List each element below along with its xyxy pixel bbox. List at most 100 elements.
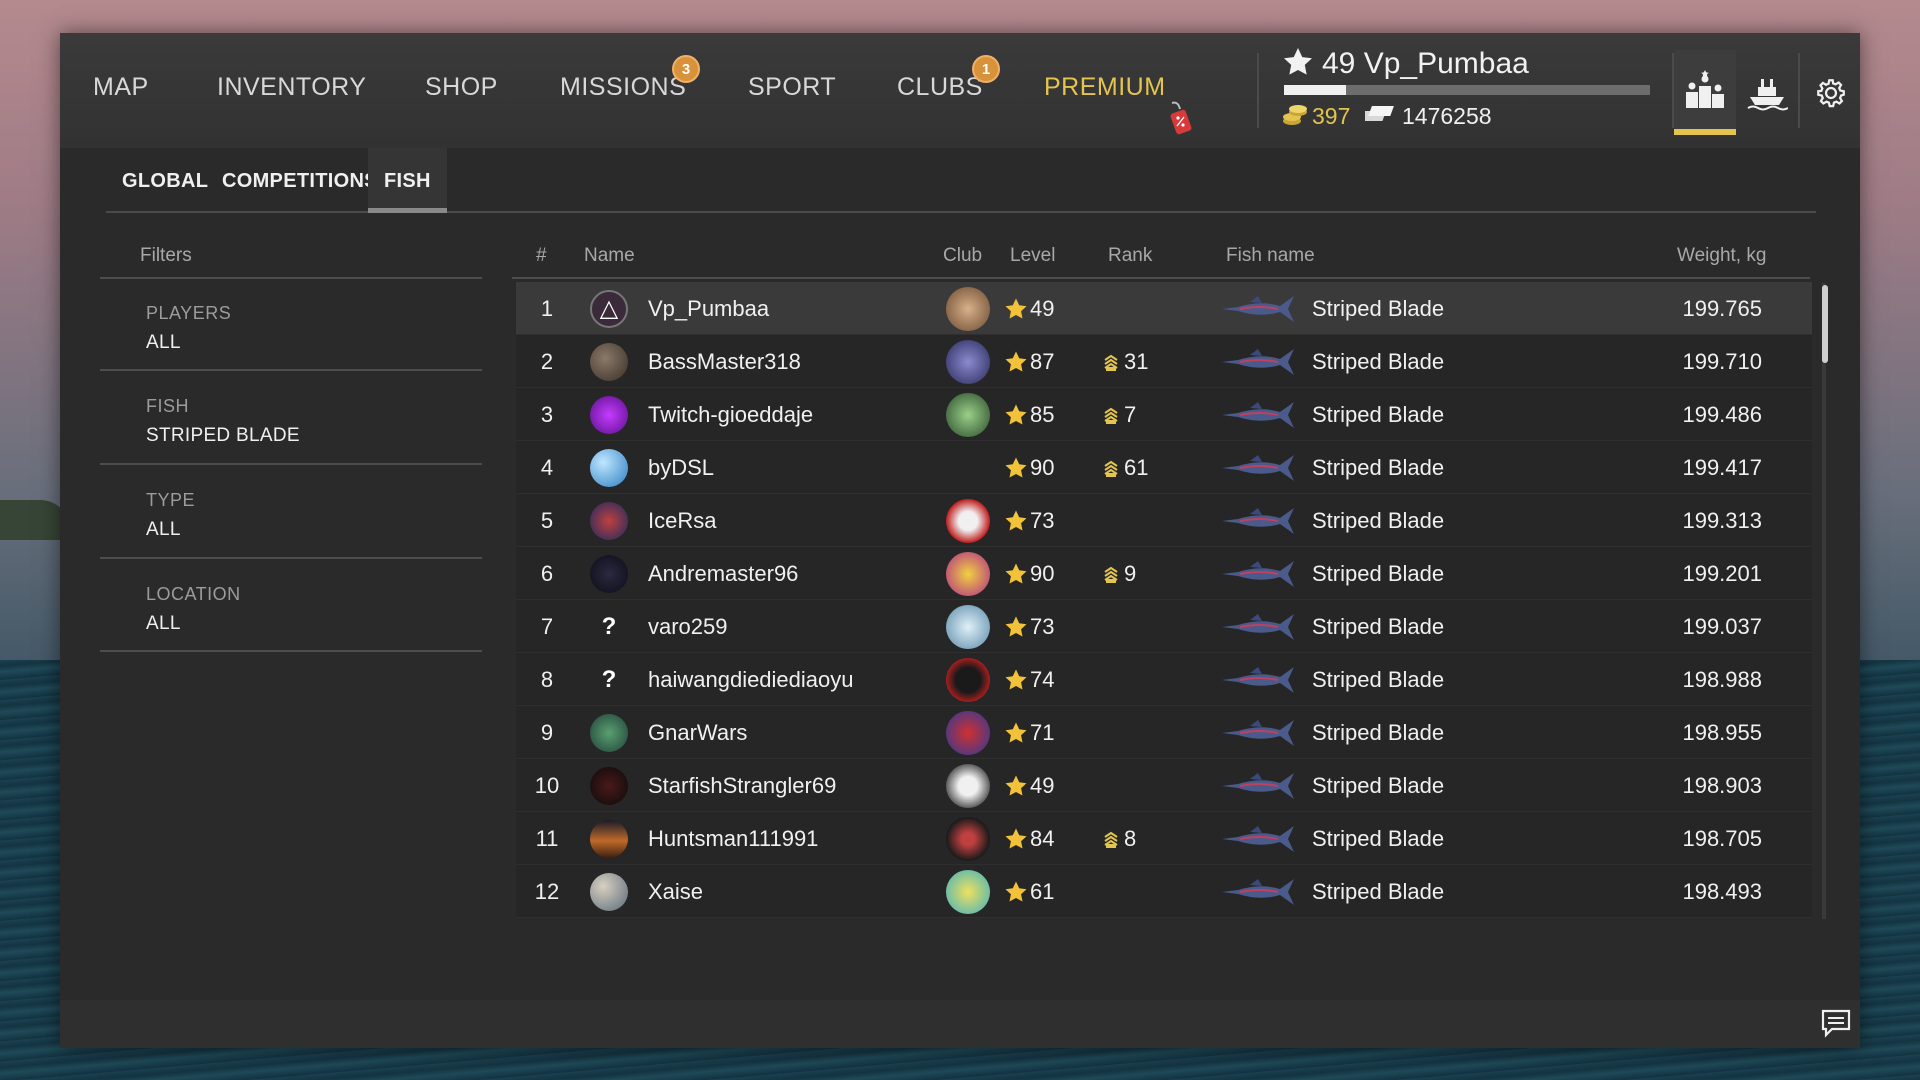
- club-logo[interactable]: [946, 865, 990, 918]
- player-level: 61: [1030, 878, 1055, 904]
- profile-name[interactable]: 49 Vp_Pumbaa: [1322, 47, 1529, 81]
- club-logo[interactable]: [946, 600, 990, 653]
- club-emblem: [946, 286, 990, 331]
- avatar[interactable]: [590, 706, 628, 759]
- filter-location[interactable]: LOCATION ALL: [100, 560, 482, 652]
- filter-players[interactable]: PLAYERS ALL: [100, 279, 482, 371]
- avatar[interactable]: ?: [590, 653, 628, 706]
- table-row[interactable]: 11 Huntsman111991 84 8 Striped Blade 198.705: [516, 812, 1812, 865]
- header-level[interactable]: Level: [1010, 245, 1055, 267]
- scrollbar-track[interactable]: [1822, 283, 1826, 919]
- filter-type[interactable]: TYPE ALL: [100, 466, 482, 558]
- header-rank-column[interactable]: Rank: [1108, 245, 1152, 267]
- missions-badge: 3: [672, 55, 700, 83]
- header-fish-name[interactable]: Fish name: [1226, 245, 1315, 267]
- nav-inventory[interactable]: INVENTORY: [217, 73, 366, 102]
- fish-icon: [1220, 865, 1298, 918]
- club-logo[interactable]: [946, 494, 990, 547]
- tab-competitions[interactable]: COMPETITIONS: [206, 148, 394, 213]
- player-name[interactable]: varo259: [648, 600, 728, 653]
- table-row[interactable]: 12 Xaise 61 Striped Blade 198.493: [516, 865, 1812, 918]
- club-logo[interactable]: [946, 759, 990, 812]
- filters-divider: [100, 557, 482, 559]
- player-name[interactable]: Huntsman111991: [648, 812, 818, 865]
- club-emblem: [946, 763, 990, 808]
- player-name[interactable]: Andremaster96: [648, 547, 798, 600]
- events-button[interactable]: [1736, 50, 1798, 135]
- nav-shop[interactable]: SHOP: [425, 73, 498, 102]
- table-row[interactable]: 3 Twitch-gioeddaje 85 7 Striped Blade 199.486: [516, 388, 1812, 441]
- table-row[interactable]: 2 BassMaster318 87 31 Striped Blade 199.710: [516, 335, 1812, 388]
- row-position: 1: [540, 295, 554, 321]
- player-level: 87: [1030, 348, 1055, 374]
- row-position: 3: [540, 401, 554, 427]
- club-logo[interactable]: [946, 653, 990, 706]
- club-emblem: [946, 657, 990, 702]
- nav-sport[interactable]: SPORT: [748, 73, 836, 102]
- table-row[interactable]: 7? varo259 73 Striped Blade 199.037: [516, 600, 1812, 653]
- player-level: 73: [1030, 613, 1055, 639]
- avatar[interactable]: [590, 441, 628, 494]
- player-name[interactable]: Xaise: [648, 865, 703, 918]
- table-row[interactable]: 1 △ Vp_Pumbaa 49 Striped Blade 199.765: [516, 282, 1812, 335]
- table-row[interactable]: 5 IceRsa 73 Striped Blade 199.313: [516, 494, 1812, 547]
- avatar[interactable]: [590, 759, 628, 812]
- level-star-icon: [1004, 441, 1028, 494]
- table-row[interactable]: 4 byDSL 90 61 Striped Blade 199.417: [516, 441, 1812, 494]
- nav-clubs[interactable]: CLUBS: [897, 73, 983, 102]
- table-row[interactable]: 9 GnarWars 71 Striped Blade 198.955: [516, 706, 1812, 759]
- rank-chevron-icon: [1104, 441, 1118, 494]
- player-name[interactable]: Twitch-gioeddaje: [648, 388, 813, 441]
- header-club[interactable]: Club: [943, 245, 982, 267]
- tab-fish[interactable]: FISH: [368, 148, 447, 213]
- fish-weight: 198.988: [1682, 666, 1762, 692]
- player-name[interactable]: haiwangdiediediaoyu: [648, 653, 854, 706]
- club-logo[interactable]: [946, 812, 990, 865]
- avatar[interactable]: ?: [590, 600, 628, 653]
- leaderboard-button[interactable]: [1674, 50, 1736, 135]
- player-level: 90: [1030, 454, 1055, 480]
- level-star-icon: [1284, 48, 1312, 75]
- table-row[interactable]: 10 StarfishStrangler69 49 Striped Blade 198.…: [516, 759, 1812, 812]
- fish-weight: 199.486: [1682, 401, 1762, 427]
- settings-button[interactable]: [1800, 50, 1862, 135]
- club-logo[interactable]: [946, 547, 990, 600]
- avatar[interactable]: [590, 388, 628, 441]
- avatar[interactable]: △: [590, 282, 628, 335]
- avatar[interactable]: [590, 494, 628, 547]
- club-logo[interactable]: [946, 441, 990, 494]
- fish-weight: 199.710: [1682, 348, 1762, 374]
- fish-name: Striped Blade: [1312, 772, 1445, 798]
- table-row[interactable]: 8? haiwangdiediediaoyu 74 Striped Blade 198.…: [516, 653, 1812, 706]
- player-name[interactable]: Vp_Pumbaa: [648, 282, 769, 335]
- nav-map[interactable]: MAP: [93, 73, 149, 102]
- filter-fish[interactable]: FISH STRIPED BLADE: [100, 372, 482, 464]
- player-name[interactable]: StarfishStrangler69: [648, 759, 836, 812]
- nav-missions[interactable]: MISSIONS: [560, 73, 686, 102]
- club-logo[interactable]: [946, 706, 990, 759]
- avatar-image: [590, 766, 628, 805]
- avatar[interactable]: [590, 812, 628, 865]
- avatar[interactable]: [590, 335, 628, 388]
- fish-icon: [1220, 547, 1298, 600]
- player-name[interactable]: GnarWars: [648, 706, 747, 759]
- header-weight[interactable]: Weight, kg: [1677, 245, 1766, 267]
- podium-icon: [1686, 69, 1724, 108]
- club-logo[interactable]: [946, 388, 990, 441]
- filter-value: STRIPED BLADE: [146, 425, 300, 446]
- player-name[interactable]: IceRsa: [648, 494, 716, 547]
- player-name[interactable]: byDSL: [648, 441, 714, 494]
- avatar[interactable]: [590, 547, 628, 600]
- scrollbar-thumb[interactable]: [1822, 285, 1828, 363]
- table-row[interactable]: 6 Andremaster96 90 9 Striped Blade 199.201: [516, 547, 1812, 600]
- avatar[interactable]: [590, 865, 628, 918]
- row-position: 7: [540, 613, 554, 639]
- club-logo[interactable]: [946, 282, 990, 335]
- player-name[interactable]: BassMaster318: [648, 335, 801, 388]
- player-rank: 61: [1124, 454, 1149, 480]
- club-logo[interactable]: [946, 335, 990, 388]
- header-name[interactable]: Name: [584, 245, 635, 267]
- level-star-icon: [1004, 547, 1028, 600]
- chat-icon[interactable]: [1820, 1008, 1852, 1038]
- nav-premium[interactable]: PREMIUM: [1044, 73, 1166, 102]
